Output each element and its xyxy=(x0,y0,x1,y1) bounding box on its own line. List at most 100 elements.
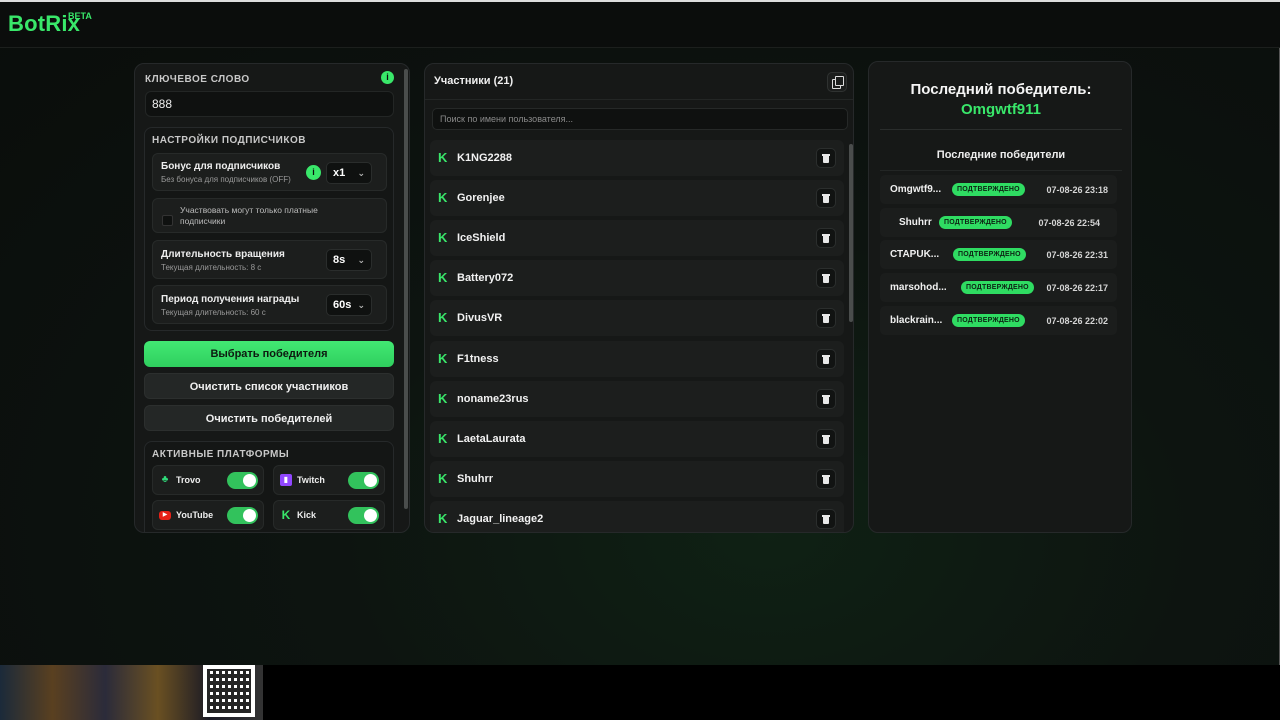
trash-icon[interactable] xyxy=(816,188,836,208)
participant-name: K1NG2288 xyxy=(457,152,513,164)
spin-select[interactable]: 8s ⌄ xyxy=(326,249,372,271)
trash-icon[interactable] xyxy=(816,308,836,328)
trash-icon[interactable] xyxy=(816,429,836,449)
participant-row: K Gorenjee xyxy=(430,180,844,216)
kick-icon: K xyxy=(438,190,448,205)
trash-icon[interactable] xyxy=(816,509,836,529)
youtube-toggle[interactable] xyxy=(227,507,258,524)
winner-row: Omgwtf9... ПОДТВЕРЖДЕНО 07-08-26 23:18 xyxy=(880,175,1117,204)
kick-icon: K xyxy=(438,230,448,245)
participant-row: K Jaguar_lineage2 xyxy=(430,501,844,532)
trash-icon[interactable] xyxy=(816,469,836,489)
spin-title: Длительность вращения xyxy=(161,249,285,260)
winner-name: Omgwtf9... xyxy=(890,184,942,195)
bonus-select[interactable]: x1 ⌄ xyxy=(326,162,372,184)
platform-trovo: ♣ Trovo xyxy=(152,465,264,495)
twitch-toggle[interactable] xyxy=(348,472,379,489)
platform-youtube: ▶ YouTube xyxy=(152,500,264,530)
participant-name: Jaguar_lineage2 xyxy=(457,513,544,525)
reward-period-row: Период получения награды Текущая длитель… xyxy=(152,285,387,324)
paid-only-checkbox[interactable] xyxy=(162,215,173,226)
keyword-title: КЛЮЧЕВОЕ СЛОВО xyxy=(145,74,250,85)
recent-winners-title: Последние победители xyxy=(936,149,1066,161)
trash-icon[interactable] xyxy=(816,349,836,369)
divider xyxy=(880,129,1122,130)
clear-winners-button[interactable]: Очистить победителей xyxy=(144,405,394,431)
trash-icon[interactable] xyxy=(816,268,836,288)
subs-title: НАСТРОЙКИ ПОДПИСЧИКОВ xyxy=(152,135,306,146)
participant-row: K DivusVR xyxy=(430,300,844,336)
winner-row: blackrain... ПОДТВЕРЖДЕНО 07-08-26 22:02 xyxy=(880,306,1117,335)
bonus-sub: Без бонуса для подписчиков (OFF) xyxy=(161,175,291,184)
trovo-icon: ♣ xyxy=(161,474,169,485)
participant-name: LaetaLaurata xyxy=(457,433,526,445)
bonus-title: Бонус для подписчиков xyxy=(161,161,281,172)
twitch-icon: ▮ xyxy=(280,474,292,486)
status-badge: ПОДТВЕРЖДЕНО xyxy=(961,281,1034,294)
participants-scrollbar[interactable] xyxy=(849,144,853,322)
participant-name: Shuhrr xyxy=(457,473,494,485)
keyword-input[interactable]: 888 xyxy=(145,91,394,117)
winner-time: 07-08-26 22:17 xyxy=(1046,283,1108,293)
winner-name: blackrain... xyxy=(890,315,943,326)
bonus-info-icon[interactable]: i xyxy=(306,165,321,180)
trash-icon[interactable] xyxy=(816,389,836,409)
youtube-icon: ▶ xyxy=(159,511,171,520)
trash-icon[interactable] xyxy=(816,148,836,168)
participant-search-input[interactable]: Поиск по имени пользователя... xyxy=(432,108,848,130)
settings-scrollbar[interactable] xyxy=(404,69,408,509)
kick-icon: K xyxy=(438,391,448,406)
kick-icon: K xyxy=(438,351,448,366)
kick-icon: K xyxy=(438,511,448,526)
divider xyxy=(425,99,853,100)
bonus-select-value: x1 xyxy=(333,167,346,179)
participant-name: F1tness xyxy=(457,353,499,365)
trovo-toggle[interactable] xyxy=(227,472,258,489)
participant-row: K K1NG2288 xyxy=(430,140,844,176)
chevron-down-icon: ⌄ xyxy=(357,168,365,178)
app-window: BotRix BETA КЛЮЧЕВОЕ СЛОВО i 888 НАСТРОЙ… xyxy=(0,0,1280,665)
participants-title: Участники (21) xyxy=(434,75,514,87)
reward-select[interactable]: 60s ⌄ xyxy=(326,294,372,316)
winner-time: 07-08-26 22:02 xyxy=(1046,316,1108,326)
participant-name: noname23rus xyxy=(457,393,529,405)
chevron-down-icon: ⌄ xyxy=(357,300,365,310)
participant-row: K IceShield xyxy=(430,220,844,256)
pick-winner-button[interactable]: Выбрать победителя xyxy=(144,341,394,367)
reward-title: Период получения награды xyxy=(161,294,300,305)
chevron-down-icon: ⌄ xyxy=(357,255,365,265)
winner-name: marsohod... xyxy=(890,282,947,293)
reward-sub: Текущая длительность: 60 с xyxy=(161,308,266,317)
info-icon[interactable]: i xyxy=(381,71,394,84)
trash-icon[interactable] xyxy=(816,228,836,248)
participant-name: Battery072 xyxy=(457,272,514,284)
platform-label: YouTube xyxy=(176,510,214,520)
settings-panel: КЛЮЧЕВОЕ СЛОВО i 888 НАСТРОЙКИ ПОДПИСЧИК… xyxy=(134,63,410,533)
kick-toggle[interactable] xyxy=(348,507,379,524)
participant-row: K Battery072 xyxy=(430,260,844,296)
last-winner-name: Omgwtf911 xyxy=(960,101,1042,118)
kick-icon: K xyxy=(438,150,448,165)
winner-name: Shuhrr xyxy=(899,217,932,228)
participant-row: K Shuhrr xyxy=(430,461,844,497)
bonus-row: Бонус для подписчиков Без бонуса для под… xyxy=(152,153,387,191)
preview-thumbnail[interactable] xyxy=(0,665,263,720)
status-badge: ПОДТВЕРЖДЕНО xyxy=(952,183,1025,196)
kick-icon: K xyxy=(438,270,448,285)
participant-name: Gorenjee xyxy=(457,192,505,204)
spin-select-value: 8s xyxy=(333,254,346,266)
winner-row: Shuhrr ПОДТВЕРЖДЕНО 07-08-26 22:54 xyxy=(880,208,1117,237)
participant-row: K F1tness xyxy=(430,341,844,377)
beta-tag: BETA xyxy=(68,11,92,21)
reward-select-value: 60s xyxy=(333,299,352,311)
platform-label: Trovo xyxy=(176,475,201,485)
kick-icon: K xyxy=(438,310,448,325)
platform-twitch: ▮ Twitch xyxy=(273,465,385,495)
participant-row: K LaetaLaurata xyxy=(430,421,844,457)
status-badge: ПОДТВЕРЖДЕНО xyxy=(952,314,1025,327)
spin-sub: Текущая длительность: 8 с xyxy=(161,263,262,272)
copy-icon[interactable] xyxy=(827,72,847,92)
clear-participants-button[interactable]: Очистить список участников xyxy=(144,373,394,399)
paid-only-row[interactable]: Участвовать могут только платные подписч… xyxy=(152,198,387,233)
participant-row: K noname23rus xyxy=(430,381,844,417)
